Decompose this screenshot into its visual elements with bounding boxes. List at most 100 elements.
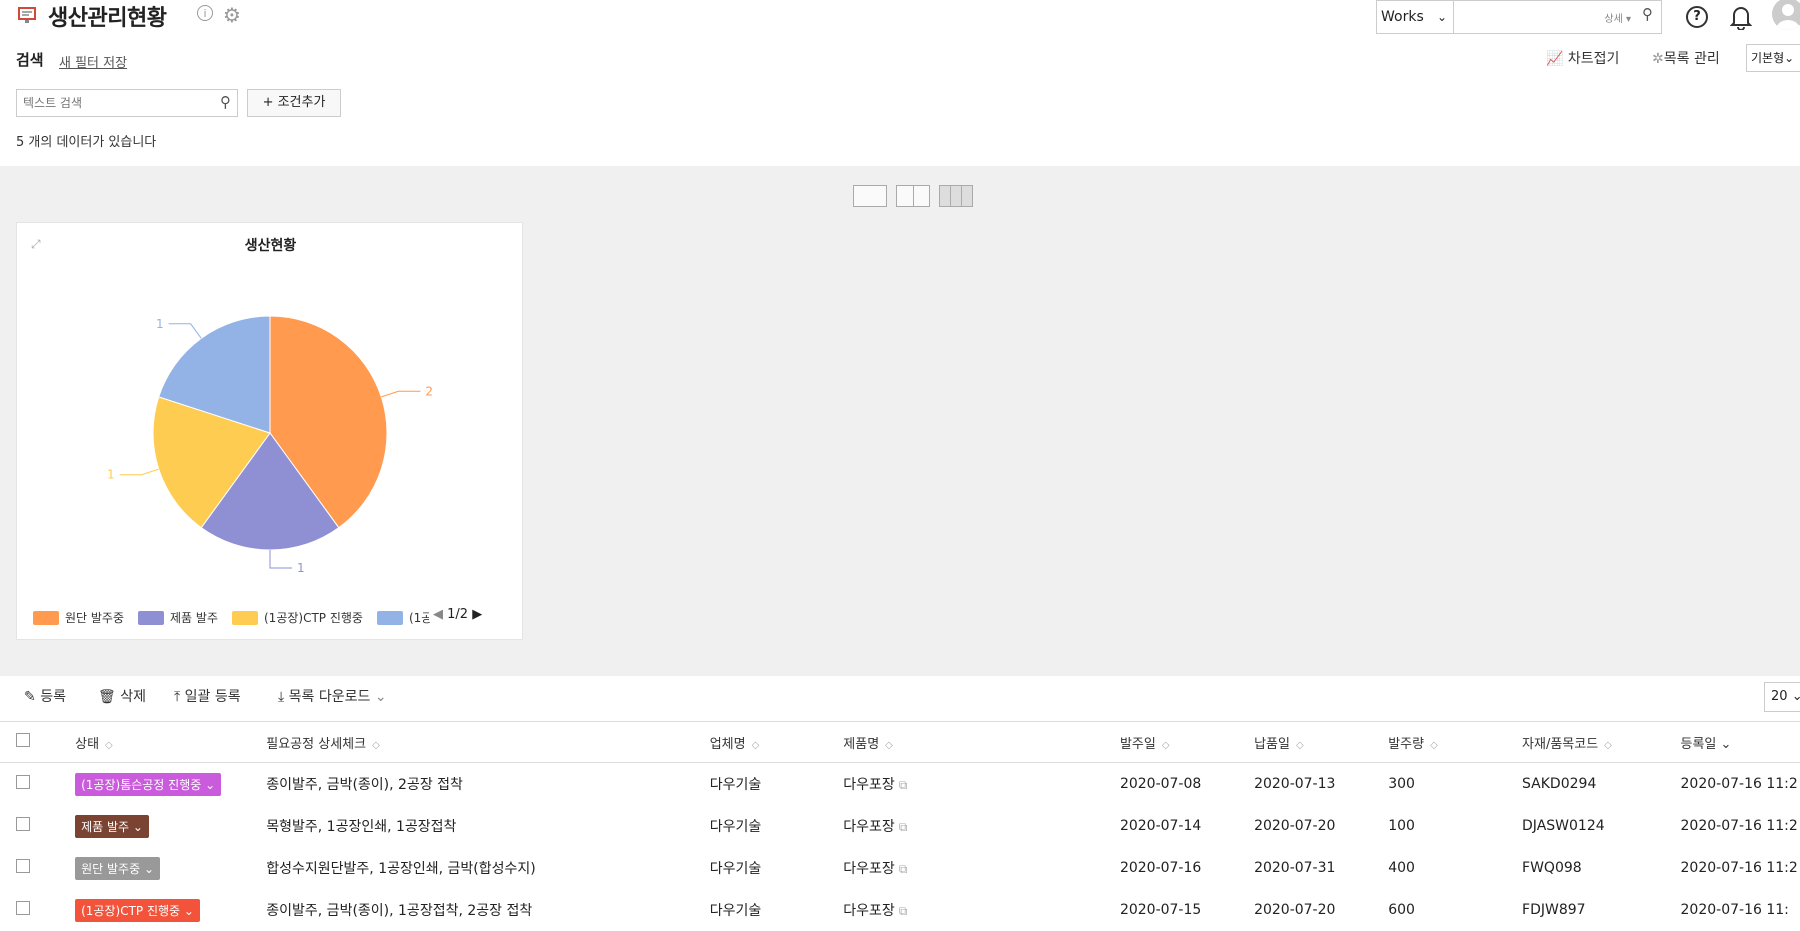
- row-checkbox[interactable]: [16, 817, 30, 831]
- legend-prev-icon[interactable]: ◀: [433, 607, 443, 622]
- column-label: 발주량: [1388, 736, 1425, 752]
- document-icon[interactable]: ⧉: [899, 820, 908, 834]
- page-size-select[interactable]: 20 ⌄: [1764, 682, 1800, 712]
- process-cell: 종이발주, 금박(종이), 2공장 접착: [266, 777, 463, 793]
- gear-icon[interactable]: ⚙: [223, 3, 241, 27]
- chart-card: ⤢ 생산현황 2111 원단 발주중 제품 발주 (1공장)CTP 진행중 (1공 ◀…: [16, 222, 523, 640]
- app-select[interactable]: Works ⌄: [1376, 0, 1454, 34]
- slice-label-line: [119, 468, 159, 476]
- column-header[interactable]: 납품일 ◇: [1253, 722, 1388, 763]
- list-manage-button[interactable]: ✲목록 관리: [1652, 48, 1720, 68]
- chevron-down-icon: ⌄: [1784, 51, 1795, 65]
- code-cell: SAKD0294: [1522, 776, 1597, 792]
- product-cell[interactable]: 다우포장 ⧉: [842, 763, 1119, 806]
- global-search-input[interactable]: 상세 ▾ ⚲: [1454, 0, 1662, 34]
- slice-label-line: [168, 323, 202, 339]
- column-header[interactable]: 등록일 ⌄: [1679, 722, 1800, 763]
- table-row[interactable]: (1공장)톰슨공정 진행중 ⌄ 종이발주, 금박(종이), 2공장 접착 다우기술 다…: [0, 763, 1800, 806]
- gear-icon: ✲: [1652, 51, 1664, 67]
- column-label: 상태: [75, 736, 100, 752]
- legend-label: 제품 발주: [170, 611, 218, 625]
- column-header[interactable]: 발주일 ◇: [1118, 722, 1254, 763]
- search-icon[interactable]: ⚲: [220, 93, 231, 111]
- row-checkbox[interactable]: [16, 859, 30, 873]
- delivery-date-cell: 2020-07-20: [1254, 902, 1336, 918]
- status-label: 원단 발주중: [81, 861, 141, 876]
- legend-item[interactable]: (1공장)CTP 진행중: [232, 610, 363, 625]
- row-checkbox[interactable]: [16, 901, 30, 915]
- status-cell: (1공장)CTP 진행중 ⌄: [74, 889, 265, 931]
- layout-3col-button[interactable]: [939, 185, 973, 207]
- legend-item[interactable]: 제품 발주: [138, 610, 218, 625]
- status-badge[interactable]: (1공장)CTP 진행중 ⌄: [75, 898, 200, 922]
- status-badge[interactable]: 원단 발주중 ⌄: [75, 856, 161, 880]
- column-header[interactable]: 업체명 ◇: [708, 722, 843, 763]
- process-cell: 합성수지원단발주, 1공장인쇄, 금박(합성수지): [266, 861, 536, 877]
- qty-cell: 100: [1388, 818, 1415, 834]
- info-icon[interactable]: i: [197, 5, 213, 21]
- status-label: (1공장)톰슨공정 진행중: [81, 777, 202, 792]
- delete-button[interactable]: 🗑 삭제: [98, 686, 146, 706]
- chevron-down-icon: ⌄: [132, 819, 143, 834]
- column-header[interactable]: 발주량 ◇: [1387, 722, 1522, 763]
- status-cell: 제품 발주 ⌄: [74, 805, 265, 847]
- document-icon[interactable]: ⧉: [899, 904, 908, 918]
- column-header[interactable]: 제품명 ◇: [842, 722, 1119, 763]
- text-search-field[interactable]: ⚲: [16, 89, 238, 117]
- slice-value-label: 1: [297, 561, 305, 575]
- download-label: 목록 다운로드: [288, 689, 371, 705]
- column-label: 납품일: [1254, 736, 1290, 752]
- search-detail-toggle[interactable]: 상세 ▾: [1604, 10, 1631, 25]
- sort-icon: ◇: [1430, 739, 1438, 751]
- add-condition-button[interactable]: + 조건추가: [247, 89, 341, 117]
- column-header[interactable]: 상태 ◇: [74, 722, 266, 763]
- avatar[interactable]: [1772, 0, 1800, 30]
- sort-icon: ◇: [1604, 739, 1612, 751]
- chart-icon: 📈: [1546, 51, 1564, 67]
- legend-item[interactable]: 원단 발주중: [33, 610, 124, 625]
- product-cell[interactable]: 다우포장 ⧉: [842, 805, 1119, 847]
- bulk-register-button[interactable]: ⤒ 일괄 등록: [174, 686, 241, 706]
- legend-item[interactable]: (1공: [376, 610, 432, 625]
- avatar-person-icon: [1776, 4, 1800, 30]
- company-cell: 다우기술: [709, 819, 762, 835]
- select-all-checkbox[interactable]: [16, 733, 30, 747]
- register-button[interactable]: ✎ 등록: [24, 686, 66, 706]
- table-row[interactable]: 제품 발주 ⌄ 목형발주, 1공장인쇄, 1공장접착 다우기술 다우포장 ⧉ 2020-0…: [0, 805, 1800, 847]
- register-label: 등록: [40, 689, 66, 705]
- row-checkbox[interactable]: [16, 775, 30, 789]
- product-cell[interactable]: 다우포장 ⧉: [842, 847, 1119, 889]
- column-header[interactable]: 필요공정 상세체크 ◇: [265, 722, 709, 763]
- table-row[interactable]: (1공장)CTP 진행중 ⌄ 종이발주, 금박(종이), 1공장접착, 2공장 접…: [0, 889, 1800, 931]
- help-icon[interactable]: ?: [1686, 6, 1708, 28]
- text-search-input[interactable]: [17, 90, 209, 116]
- search-label: 검색: [16, 51, 44, 69]
- save-filter-link[interactable]: 새 필터 저장: [59, 52, 127, 71]
- view-type-select[interactable]: 기본형⌄: [1746, 44, 1800, 72]
- product-label: 다우포장: [843, 861, 895, 877]
- chevron-down-icon: ⌄: [205, 777, 216, 792]
- chart-toggle-label: 차트접기: [1567, 51, 1620, 67]
- column-header[interactable]: 자재/품목코드 ◇: [1521, 722, 1680, 763]
- status-badge[interactable]: (1공장)톰슨공정 진행중 ⌄: [75, 772, 222, 796]
- layout-1col-button[interactable]: [853, 185, 887, 207]
- chart-toggle-button[interactable]: 📈 차트접기: [1546, 48, 1619, 68]
- column-label: 자재/품목코드: [1522, 736, 1599, 752]
- layout-2col-button[interactable]: [896, 185, 930, 207]
- download-button[interactable]: ⤓ 목록 다운로드 ⌄: [278, 686, 387, 706]
- bulk-register-label: 일괄 등록: [184, 689, 241, 705]
- sort-icon: ◇: [1295, 739, 1304, 751]
- status-badge[interactable]: 제품 발주 ⌄: [75, 814, 149, 838]
- code-cell: DJASW0124: [1522, 818, 1605, 834]
- sort-desc-icon: ⌄: [1720, 736, 1732, 752]
- product-cell[interactable]: 다우포장 ⧉: [842, 889, 1119, 931]
- row-select-cell: [0, 889, 74, 931]
- search-icon[interactable]: ⚲: [1642, 5, 1653, 23]
- legend-next-icon[interactable]: ▶: [472, 607, 482, 622]
- code-cell: FWQ098: [1522, 860, 1582, 876]
- table-row[interactable]: 원단 발주중 ⌄ 합성수지원단발주, 1공장인쇄, 금박(합성수지) 다우기술 다우포…: [0, 847, 1800, 889]
- document-icon[interactable]: ⧉: [899, 778, 908, 792]
- legend-pager: ◀ 1/2 ▶: [429, 607, 483, 622]
- bell-icon[interactable]: [1730, 4, 1752, 30]
- document-icon[interactable]: ⧉: [899, 862, 908, 876]
